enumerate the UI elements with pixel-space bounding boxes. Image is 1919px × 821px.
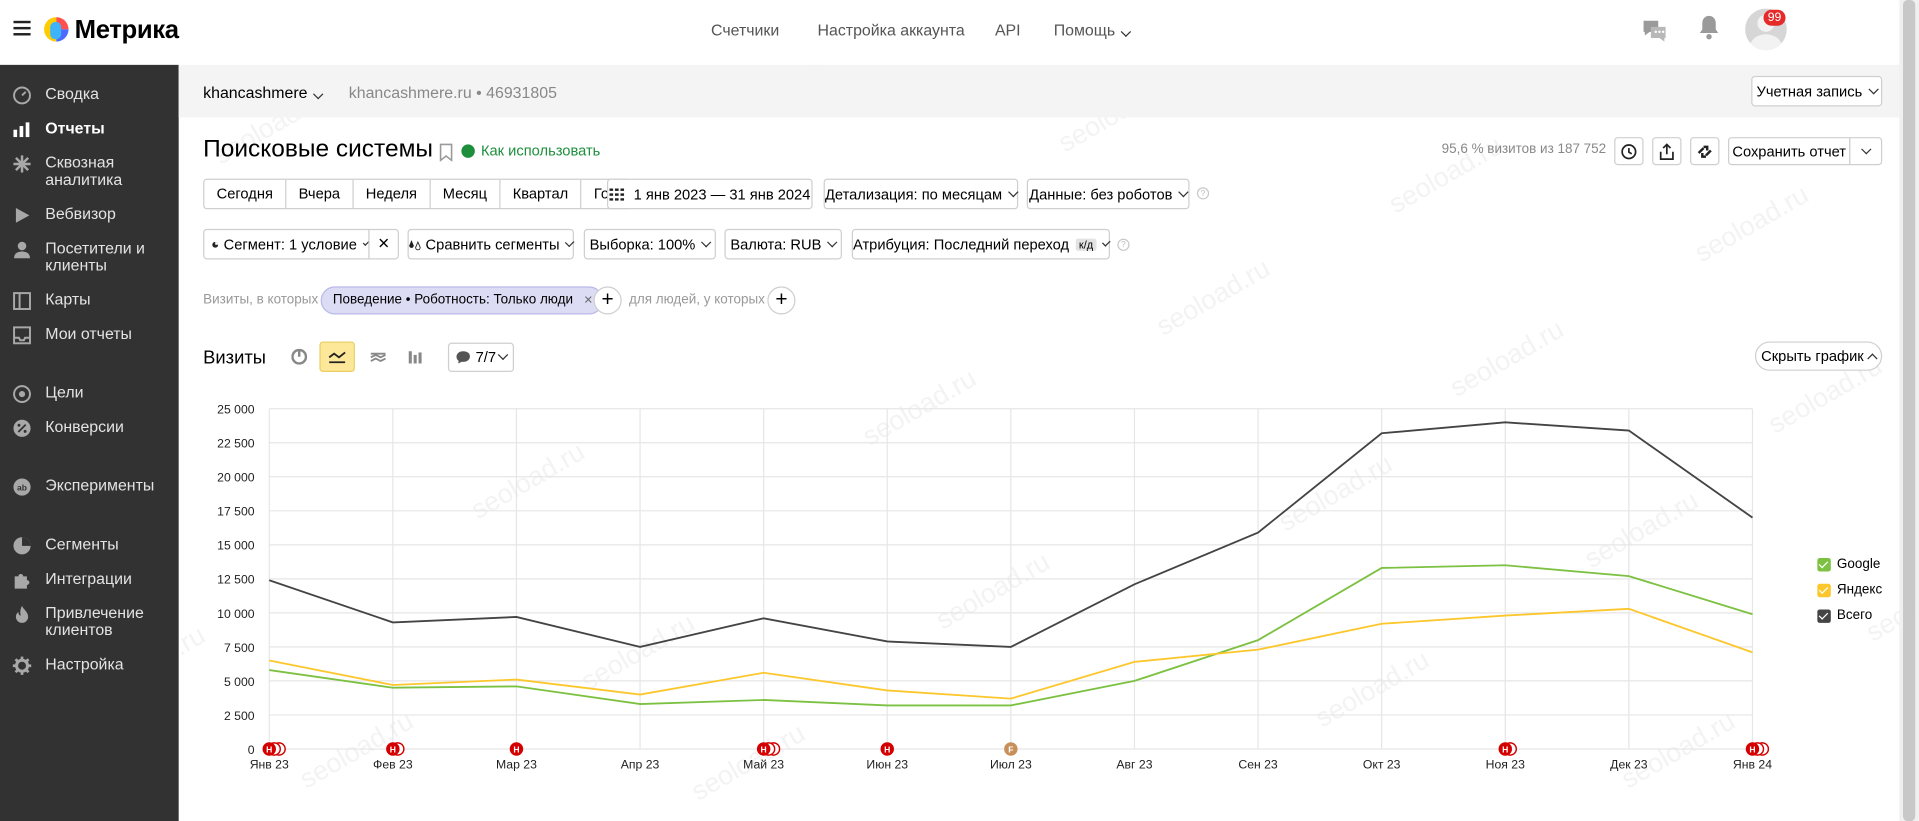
annotation-label: Н xyxy=(390,745,396,755)
sidebar-item-12[interactable]: Интеграции xyxy=(12,570,161,590)
annotation-label: Н xyxy=(761,745,767,755)
pie-icon xyxy=(12,536,34,556)
sidebar-item-label: Вебвизор xyxy=(45,204,116,223)
sidebar-item-8[interactable]: Цели xyxy=(12,384,161,404)
sidebar-item-label: Настройка xyxy=(45,654,124,674)
annotation-label: Н xyxy=(266,745,272,755)
y-tick-label: 22 500 xyxy=(217,437,255,451)
svg-text:ab: ab xyxy=(17,483,27,493)
checkbox-icon xyxy=(1817,557,1831,571)
legend-google-label: Google xyxy=(1836,556,1881,572)
inbox-icon xyxy=(12,326,34,346)
percent-icon xyxy=(12,419,34,439)
ab-icon: ab xyxy=(12,477,34,497)
y-tick-label: 10 000 xyxy=(217,607,255,621)
x-tick-label: Ноя 23 xyxy=(1486,758,1525,772)
legend-yandex[interactable]: Яндекс xyxy=(1817,582,1883,598)
x-tick-label: Окт 23 xyxy=(1363,758,1401,772)
y-tick-label: 12 500 xyxy=(217,573,255,587)
sidebar-item-label: Эксперименты xyxy=(45,476,155,495)
play-icon xyxy=(12,206,34,226)
target-icon xyxy=(12,384,34,404)
x-tick-label: Дек 23 xyxy=(1610,758,1648,772)
sidebar-item-9[interactable]: Конверсии xyxy=(12,417,161,439)
sidebar-item-label: Сводка xyxy=(45,84,99,103)
user-icon xyxy=(12,240,34,260)
x-tick-label: Июн 23 xyxy=(866,758,908,772)
legend-yandex-label: Яндекс xyxy=(1836,582,1883,598)
sidebar-item-label: Привлечение клиентов xyxy=(45,603,144,639)
y-tick-label: 5 000 xyxy=(224,675,255,689)
x-tick-label: Фев 23 xyxy=(373,758,413,772)
annotation-label: F xyxy=(1008,745,1013,755)
x-tick-label: Янв 23 xyxy=(250,758,289,772)
sidebar-item-14[interactable]: Настройка xyxy=(12,654,161,676)
checkbox-icon xyxy=(1817,608,1831,623)
legend-total-label: Всего xyxy=(1836,608,1873,623)
sidebar-item-2[interactable]: Отчеты xyxy=(12,118,161,140)
gear-icon xyxy=(12,656,34,676)
y-tick-label: 7 500 xyxy=(224,641,255,655)
annotation-label: Н xyxy=(513,745,519,755)
sidebar-item-10[interactable]: ab Эксперименты xyxy=(12,477,161,497)
map-icon xyxy=(12,291,34,311)
sidebar-item-5[interactable]: Посетители и клиенты xyxy=(12,238,161,275)
checkbox-icon xyxy=(1817,583,1831,597)
x-tick-label: Авг 23 xyxy=(1116,758,1152,772)
sidebar-item-label: Сквозная аналитика xyxy=(45,152,123,189)
annotation-label: Н xyxy=(884,745,890,755)
sidebar-item-11[interactable]: Сегменты xyxy=(12,534,161,556)
y-tick-label: 25 000 xyxy=(217,403,255,417)
analytics-icon xyxy=(12,154,34,174)
sidebar-item-label: Интеграции xyxy=(45,569,132,588)
y-tick-label: 17 500 xyxy=(217,505,255,519)
x-tick-label: Мар 23 xyxy=(496,758,537,772)
dashboard-icon xyxy=(12,86,34,106)
x-tick-label: Янв 24 xyxy=(1733,758,1772,772)
sidebar-item-label: Цели xyxy=(45,383,84,402)
sidebar-item-label: Конверсии xyxy=(45,417,124,436)
sidebar-item-4[interactable]: Вебвизор xyxy=(12,204,161,226)
sidebar-item-7[interactable]: Мои отчеты xyxy=(12,324,161,346)
visits-line-chart: 0 2 500 5 000 7 500 10 000 12 500 15 000 17 500… xyxy=(217,403,1772,772)
sidebar-item-1[interactable]: Сводка xyxy=(12,84,161,106)
puzzle-icon xyxy=(12,570,34,590)
y-tick-label: 20 000 xyxy=(217,471,255,485)
annotation-label: Н xyxy=(1749,745,1755,755)
annotation-label: Н xyxy=(1502,745,1508,755)
sidebar-item-label: Сегменты xyxy=(45,534,119,554)
sidebar-item-3[interactable]: Сквозная аналитика xyxy=(12,154,161,188)
legend-total[interactable]: Всего xyxy=(1817,608,1872,623)
sidebar-item-label: Мои отчеты xyxy=(45,324,132,343)
sidebar-item-label: Посетители и клиенты xyxy=(45,238,145,275)
x-tick-label: Сен 23 xyxy=(1238,758,1278,772)
y-tick-label: 0 xyxy=(248,743,255,757)
legend-google[interactable]: Google xyxy=(1817,557,1880,572)
sidebar-item-13[interactable]: Привлечение клиентов xyxy=(12,603,161,639)
bar-chart-icon xyxy=(12,120,34,140)
sidebar-item-label: Отчеты xyxy=(45,118,105,138)
x-tick-label: Май 23 xyxy=(743,758,784,772)
x-tick-label: Апр 23 xyxy=(621,758,660,772)
x-tick-label: Июл 23 xyxy=(990,758,1032,772)
flame-icon xyxy=(12,605,34,625)
sidebar-item-label: Карты xyxy=(45,290,91,309)
y-tick-label: 2 500 xyxy=(224,709,255,723)
sidebar-item-6[interactable]: Карты xyxy=(12,291,161,311)
y-tick-label: 15 000 xyxy=(217,539,255,553)
